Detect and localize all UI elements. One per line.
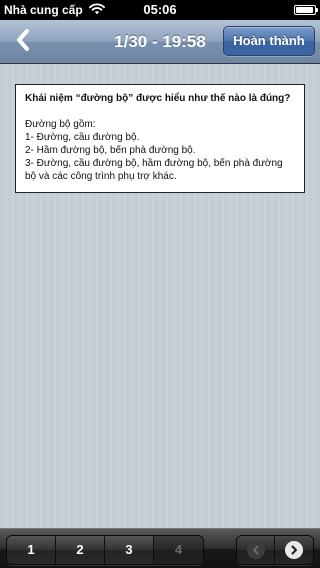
battery-fill bbox=[296, 7, 314, 13]
battery-icon bbox=[294, 5, 318, 15]
back-button[interactable] bbox=[8, 27, 38, 57]
battery-nub bbox=[316, 8, 318, 12]
status-time: 05:06 bbox=[143, 2, 177, 17]
done-button[interactable]: Hoàn thành bbox=[223, 26, 315, 56]
page-button-1[interactable]: 1 bbox=[7, 536, 56, 564]
question-card: Khái niệm “đường bộ” được hiểu như thế n… bbox=[15, 84, 305, 193]
chevron-left-icon bbox=[16, 28, 30, 56]
next-button[interactable] bbox=[275, 536, 313, 564]
arrow-left-icon bbox=[246, 541, 265, 559]
answer-intro: Đường bộ gồm: bbox=[25, 119, 96, 130]
question-text: Khái niệm “đường bộ” được hiểu như thế n… bbox=[25, 93, 291, 104]
page-button-4: 4 bbox=[154, 536, 203, 564]
answer-option-2[interactable]: 2- Hầm đường bộ, bến phà đường bộ. bbox=[25, 144, 296, 157]
page-button-3[interactable]: 3 bbox=[105, 536, 154, 564]
page-number-group: 1 2 3 4 bbox=[6, 535, 204, 565]
page-button-2[interactable]: 2 bbox=[56, 536, 105, 564]
navigation-bar: 1/30 - 19:58 Hoàn thành bbox=[0, 20, 320, 64]
status-bar: Nhà cung cấp 05:06 bbox=[0, 0, 320, 20]
content-area: Khái niệm “đường bộ” được hiểu như thế n… bbox=[0, 64, 320, 528]
arrow-right-icon bbox=[285, 541, 303, 559]
timer-title: 1/30 - 19:58 bbox=[114, 32, 206, 51]
answer-option-1[interactable]: 1- Đường, cầu đường bộ. bbox=[25, 131, 296, 144]
previous-button[interactable] bbox=[237, 536, 275, 564]
answer-option-3[interactable]: 3- Đường, cầu đường bộ, hầm đường bộ, bế… bbox=[25, 157, 296, 183]
question-pager: 1 2 3 4 bbox=[0, 528, 320, 568]
pager-arrows bbox=[236, 535, 314, 565]
